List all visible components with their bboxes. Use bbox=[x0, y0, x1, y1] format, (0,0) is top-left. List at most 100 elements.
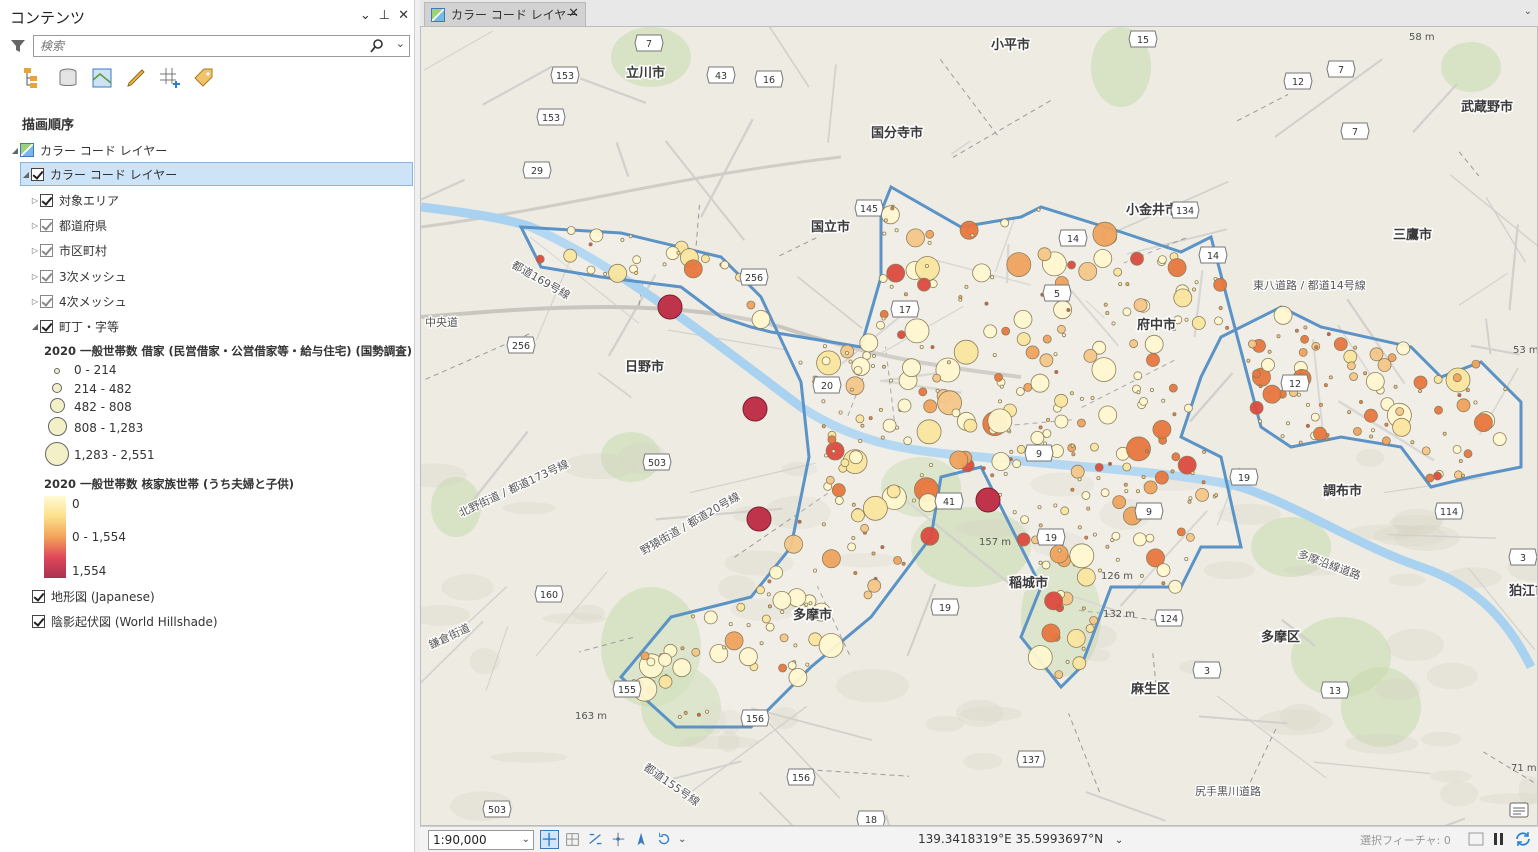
town-point-marker[interactable] bbox=[851, 535, 856, 540]
town-point-marker[interactable] bbox=[1006, 252, 1032, 278]
town-point-marker[interactable] bbox=[1030, 430, 1045, 445]
town-point-marker[interactable] bbox=[1170, 469, 1175, 474]
town-point-marker[interactable] bbox=[1298, 347, 1308, 357]
town-point-marker[interactable] bbox=[1025, 345, 1040, 360]
town-point-marker[interactable] bbox=[949, 450, 969, 470]
town-point-marker[interactable] bbox=[1071, 452, 1076, 457]
town-point-marker[interactable] bbox=[1037, 247, 1052, 262]
town-point-marker[interactable] bbox=[1103, 302, 1108, 307]
town-point-marker[interactable] bbox=[1094, 462, 1104, 472]
town-point-marker[interactable] bbox=[868, 416, 873, 421]
town-point-marker[interactable] bbox=[1096, 476, 1101, 481]
town-point-marker[interactable] bbox=[680, 646, 685, 651]
town-point-marker[interactable] bbox=[821, 424, 826, 429]
expand-triangle-icon[interactable]: ▷ bbox=[30, 196, 40, 205]
town-point-marker[interactable] bbox=[1396, 341, 1411, 356]
town-point-marker[interactable] bbox=[1213, 277, 1228, 292]
town-point-marker[interactable] bbox=[1136, 390, 1141, 395]
town-point-marker[interactable] bbox=[703, 610, 718, 625]
town-point-marker[interactable] bbox=[563, 248, 578, 263]
town-point-marker[interactable] bbox=[1001, 326, 1011, 336]
town-point-marker[interactable] bbox=[822, 344, 827, 349]
town-point-marker[interactable] bbox=[895, 425, 900, 430]
town-point-marker[interactable] bbox=[1261, 357, 1275, 372]
town-point-marker[interactable] bbox=[1092, 532, 1097, 537]
town-point-marker[interactable] bbox=[1053, 503, 1058, 508]
town-point-marker[interactable] bbox=[1084, 535, 1089, 540]
town-point-marker[interactable] bbox=[1456, 398, 1471, 413]
town-point-marker[interactable] bbox=[855, 414, 865, 424]
layer-checkbox[interactable] bbox=[40, 269, 53, 283]
close-icon[interactable]: ✕ bbox=[398, 7, 409, 25]
constraint-icon[interactable] bbox=[586, 830, 605, 849]
grid-icon[interactable] bbox=[563, 830, 582, 849]
town-point-marker[interactable] bbox=[1060, 506, 1070, 516]
town-point-marker[interactable] bbox=[746, 506, 772, 532]
town-point-marker[interactable] bbox=[1009, 449, 1014, 454]
town-point-marker[interactable] bbox=[821, 522, 826, 527]
layer-checkbox[interactable] bbox=[40, 319, 53, 333]
town-point-marker[interactable] bbox=[765, 622, 775, 632]
town-point-marker[interactable] bbox=[883, 218, 888, 223]
town-point-marker[interactable] bbox=[1081, 606, 1086, 611]
town-point-marker[interactable] bbox=[1089, 616, 1098, 625]
town-point-marker[interactable] bbox=[1492, 432, 1507, 447]
town-point-marker[interactable] bbox=[772, 591, 792, 610]
town-point-marker[interactable] bbox=[863, 590, 873, 600]
town-point-marker[interactable] bbox=[849, 387, 854, 392]
town-point-marker[interactable] bbox=[876, 320, 885, 330]
town-point-marker[interactable] bbox=[1054, 393, 1068, 408]
town-point-marker[interactable] bbox=[987, 408, 1013, 434]
town-point-marker[interactable] bbox=[535, 254, 545, 264]
town-point-marker[interactable] bbox=[1353, 345, 1358, 350]
town-point-marker[interactable] bbox=[1129, 339, 1138, 349]
town-point-marker[interactable] bbox=[1184, 557, 1189, 562]
town-point-marker[interactable] bbox=[1093, 249, 1113, 268]
town-point-marker[interactable] bbox=[893, 556, 903, 565]
town-point-marker[interactable] bbox=[761, 614, 771, 624]
drawing-order-icon[interactable] bbox=[22, 66, 46, 90]
town-point-marker[interactable] bbox=[1076, 567, 1096, 587]
town-point-marker[interactable] bbox=[1149, 387, 1154, 392]
town-point-marker[interactable] bbox=[1305, 402, 1310, 407]
town-point-marker[interactable] bbox=[1003, 471, 1008, 476]
town-point-marker[interactable] bbox=[1463, 449, 1473, 459]
town-point-marker[interactable] bbox=[672, 658, 692, 678]
snapping-icon[interactable] bbox=[609, 830, 628, 849]
filter-icon[interactable] bbox=[10, 38, 26, 54]
town-point-marker[interactable] bbox=[878, 274, 888, 283]
town-point-marker[interactable] bbox=[767, 604, 772, 609]
town-point-marker[interactable] bbox=[906, 228, 925, 248]
town-point-marker[interactable] bbox=[1433, 375, 1443, 384]
basemap-checkbox[interactable] bbox=[32, 589, 45, 603]
town-point-marker[interactable] bbox=[911, 498, 916, 503]
town-point-marker[interactable] bbox=[983, 324, 998, 339]
expand-triangle-icon[interactable]: ▷ bbox=[30, 246, 40, 255]
town-point-marker[interactable] bbox=[844, 350, 849, 355]
town-point-marker[interactable] bbox=[1457, 393, 1462, 398]
town-point-marker[interactable] bbox=[1041, 560, 1051, 570]
layer-checkbox[interactable] bbox=[40, 294, 53, 308]
layer-row[interactable]: ▷ 市区町村 bbox=[30, 239, 107, 261]
town-point-marker[interactable] bbox=[1158, 255, 1167, 265]
town-point-marker[interactable] bbox=[1100, 488, 1110, 498]
town-point-marker[interactable] bbox=[1442, 431, 1447, 436]
town-point-marker[interactable] bbox=[964, 284, 969, 289]
town-point-marker[interactable] bbox=[847, 542, 857, 552]
map-view-tab[interactable]: カラー コード レイヤー ✕ bbox=[424, 2, 586, 26]
town-point-marker[interactable] bbox=[916, 419, 942, 445]
town-point-marker[interactable] bbox=[1258, 384, 1263, 389]
town-point-marker[interactable] bbox=[784, 534, 804, 554]
search-input[interactable] bbox=[34, 36, 364, 56]
town-point-marker[interactable] bbox=[889, 284, 894, 289]
town-point-marker[interactable] bbox=[746, 300, 756, 310]
navigate-tool-icon[interactable] bbox=[540, 830, 559, 849]
town-point-marker[interactable] bbox=[848, 359, 853, 364]
town-point-marker[interactable] bbox=[1246, 358, 1251, 363]
town-point-marker[interactable] bbox=[1190, 470, 1195, 475]
town-point-marker[interactable] bbox=[779, 633, 789, 643]
town-point-marker[interactable] bbox=[1395, 407, 1405, 416]
town-point-marker[interactable] bbox=[821, 399, 826, 404]
town-point-marker[interactable] bbox=[1069, 391, 1074, 396]
town-point-marker[interactable] bbox=[1115, 557, 1120, 562]
